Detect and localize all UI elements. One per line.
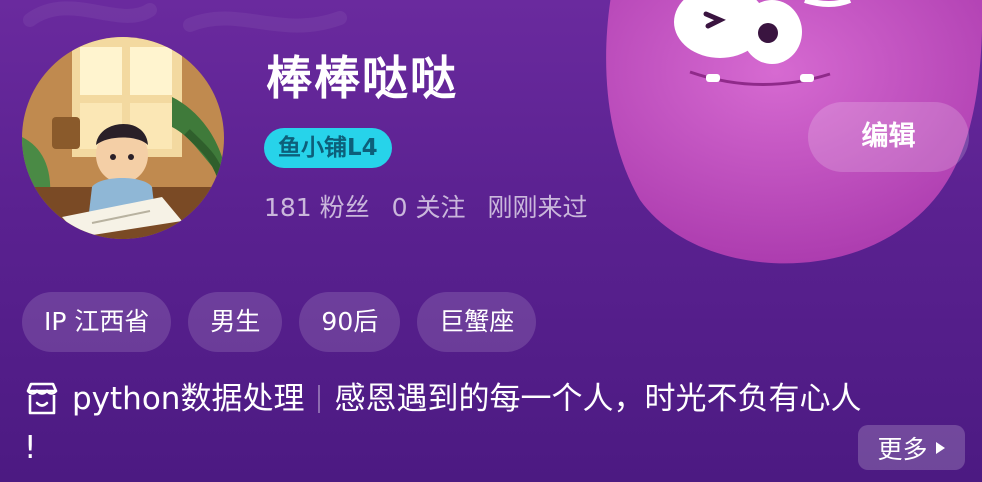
bio: python数据处理 感恩遇到的每一个人，时光不负有心人 bbox=[22, 378, 861, 420]
bio-title: python数据处理 bbox=[72, 381, 305, 417]
tag-gender: 男生 bbox=[188, 292, 283, 352]
triangle-right-icon bbox=[935, 441, 945, 454]
followers-count[interactable]: 181 粉丝 bbox=[264, 190, 370, 226]
bio-text: 感恩遇到的每一个人，时光不负有心人 bbox=[334, 381, 862, 417]
username: 棒棒哒哒 bbox=[266, 51, 458, 105]
profile-stats: 181 粉丝 0 关注 刚刚来过 bbox=[264, 190, 588, 226]
more-label: 更多 bbox=[877, 434, 928, 464]
more-button[interactable]: 更多 bbox=[858, 425, 965, 470]
last-seen-status: 刚刚来过 bbox=[487, 193, 588, 222]
following-count[interactable]: 0 关注 bbox=[392, 190, 466, 226]
level-badge[interactable]: 鱼小铺L4 bbox=[264, 128, 392, 168]
tag-zodiac: 巨蟹座 bbox=[417, 292, 537, 352]
profile-tags: IP 江西省 男生 90后 巨蟹座 bbox=[22, 292, 537, 352]
tag-age-group: 90后 bbox=[299, 292, 401, 352]
bio-divider bbox=[318, 385, 321, 413]
avatar-image bbox=[22, 37, 224, 239]
avatar[interactable] bbox=[22, 37, 224, 239]
bio-overflow-text: ! bbox=[24, 430, 37, 466]
tag-ip-location: IP 江西省 bbox=[22, 292, 172, 352]
edit-button[interactable]: 编辑 bbox=[808, 102, 969, 172]
store-icon bbox=[26, 382, 58, 415]
